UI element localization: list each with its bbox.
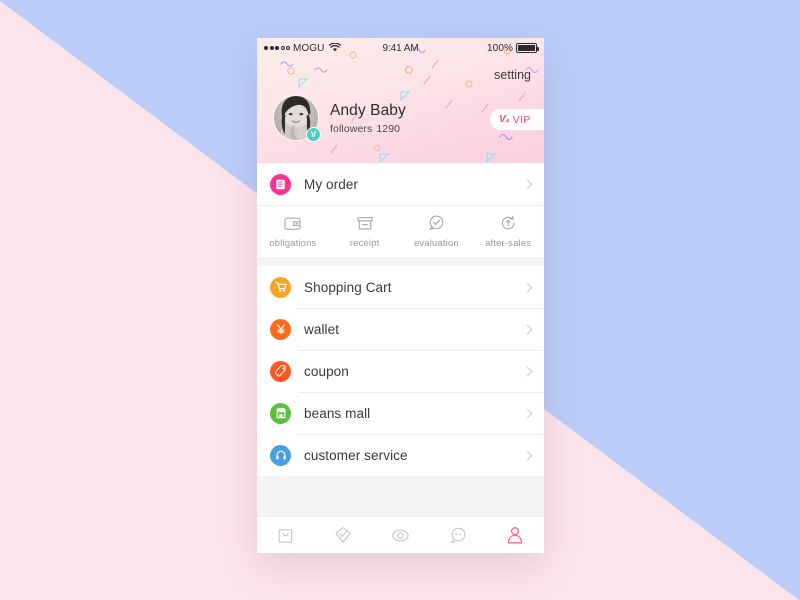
tab-shopping-bag[interactable] — [257, 517, 314, 553]
chevron-right-icon — [522, 366, 533, 376]
menu-item-coupon[interactable]: coupon — [257, 350, 544, 392]
tab-messages[interactable] — [429, 517, 486, 553]
menu-card: Shopping Cart wallet coupon beans mall c… — [257, 266, 544, 476]
order-status-strip: obligations receipt evaluation after-sal… — [257, 205, 544, 257]
headset-support-icon — [270, 444, 291, 466]
coupon-tag-icon — [270, 360, 291, 382]
shopping-cart-icon — [270, 276, 291, 298]
menu-item-label: Shopping Cart — [304, 279, 392, 295]
phone-screen: MOGU 9:41 AM 100% setting V Andy Baby fo… — [257, 38, 544, 553]
my-order-row[interactable]: My order — [257, 163, 544, 205]
chevron-right-icon — [522, 282, 533, 292]
menu-item-label: customer service — [304, 447, 408, 463]
order-status-receipt[interactable]: receipt — [329, 214, 401, 249]
profile-text: Andy Baby followers 1290 — [330, 102, 406, 135]
package-box-outline-icon — [357, 214, 373, 233]
bottom-tab-bar — [257, 516, 544, 553]
followers-count: 1290 — [376, 122, 401, 135]
yen-currency-icon — [270, 318, 291, 340]
menu-item-beans-mall[interactable]: beans mall — [257, 392, 544, 434]
order-status-label: after-sales — [485, 237, 532, 249]
avatar-wrapper[interactable]: V — [273, 95, 321, 142]
menu-item-label: coupon — [304, 363, 349, 379]
tab-profile[interactable] — [487, 517, 544, 553]
screen-body: My order obligations receipt evaluation … — [257, 163, 544, 516]
profile-name: Andy Baby — [330, 101, 406, 119]
battery-percent-label: 100% — [487, 42, 513, 54]
chevron-right-icon — [522, 324, 533, 334]
menu-item-wallet[interactable]: wallet — [257, 308, 544, 350]
tab-discover[interactable] — [372, 517, 429, 553]
order-status-obligations[interactable]: obligations — [257, 214, 329, 249]
profile-block: V Andy Baby followers 1290 — [273, 95, 406, 142]
eye-discover-icon — [392, 529, 409, 541]
diamond-gem-icon — [335, 527, 351, 543]
order-status-evaluation[interactable]: evaluation — [401, 214, 473, 249]
my-order-label: My order — [304, 176, 359, 192]
crown-icon: V₄ — [499, 114, 510, 125]
followers-row: followers 1290 — [330, 123, 406, 135]
vip-badge[interactable]: V₄ VIP — [490, 109, 544, 130]
empty-space — [257, 476, 544, 516]
card-divider-gap — [257, 257, 544, 266]
my-order-card: My order obligations receipt evaluation … — [257, 163, 544, 257]
store-shop-icon — [270, 402, 291, 424]
chevron-right-icon — [522, 179, 533, 189]
status-bar-right: 100% — [487, 42, 539, 54]
wallpaper-blue-triangle-bottom-right — [500, 300, 800, 600]
status-bar: MOGU 9:41 AM 100% — [257, 38, 544, 58]
chevron-right-icon — [522, 408, 533, 418]
chevron-right-icon — [522, 450, 533, 460]
speech-bubble-check-icon — [428, 214, 445, 233]
order-status-label: obligations — [269, 237, 317, 249]
menu-item-shopping-cart[interactable]: Shopping Cart — [257, 266, 544, 308]
battery-full-icon — [516, 43, 539, 53]
person-profile-icon — [508, 526, 523, 544]
order-status-label: evaluation — [413, 237, 459, 249]
order-status-after-sales[interactable]: after-sales — [472, 214, 544, 249]
vip-label: VIP — [512, 113, 531, 126]
document-list-icon — [270, 173, 291, 195]
profile-header: MOGU 9:41 AM 100% setting V Andy Baby fo… — [257, 38, 544, 163]
menu-item-label: wallet — [304, 321, 340, 337]
followers-label: followers — [330, 122, 373, 135]
tab-gem[interactable] — [314, 517, 371, 553]
shopping-bag-icon — [278, 528, 293, 543]
menu-item-label: beans mall — [304, 405, 371, 421]
verified-badge-icon: V — [306, 127, 321, 142]
chat-bubble-icon — [450, 527, 466, 543]
menu-item-customer-service[interactable]: customer service — [257, 434, 544, 476]
order-status-label: receipt — [349, 237, 380, 249]
setting-button[interactable]: setting — [494, 68, 531, 82]
return-refresh-icon — [500, 214, 517, 233]
wallet-outline-icon — [284, 214, 301, 233]
